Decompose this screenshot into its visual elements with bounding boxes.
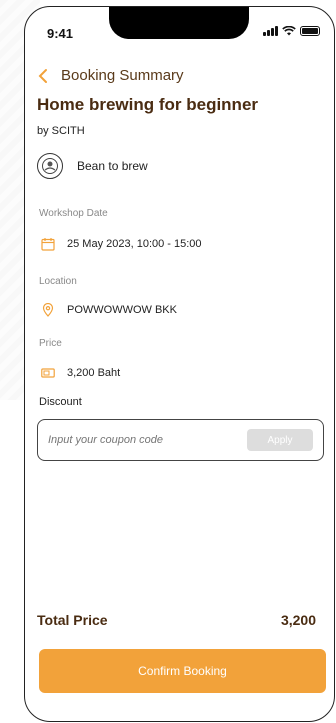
workshop-date-row: 25 May 2023, 10:00 - 15:00: [41, 237, 202, 251]
course-by: by SCITH: [37, 125, 85, 137]
course-title: Home brewing for beginner: [37, 95, 259, 114]
confirm-booking-button[interactable]: Confirm Booking: [39, 649, 326, 693]
apply-button[interactable]: Apply: [247, 429, 313, 451]
total-price-value: 3,200: [280, 612, 316, 628]
workshop-date-value: 25 May 2023, 10:00 - 15:00: [67, 238, 202, 250]
organizer-logo-icon: [37, 153, 63, 179]
price-value: 3,200 Baht: [67, 367, 121, 379]
location-pin-icon: [42, 303, 54, 317]
organizer[interactable]: Bean to brew: [37, 153, 148, 179]
location-value: POWWOWWOW BKK: [67, 304, 177, 316]
banknote-icon: [41, 368, 55, 378]
header: Booking Summary: [37, 67, 184, 84]
signal-icon: [263, 26, 278, 36]
page-title: Booking Summary: [61, 67, 184, 84]
phone-frame: 9:41 Booking Summary Home brewing for be…: [24, 6, 335, 722]
system-icons: [263, 26, 320, 36]
coupon-input[interactable]: [48, 434, 247, 446]
notch: [109, 7, 249, 39]
total-price-label: Total Price: [37, 612, 108, 628]
coupon-field: Apply: [37, 419, 324, 461]
battery-icon: [300, 26, 320, 36]
price-row: 3,200 Baht: [41, 366, 120, 380]
price-label: Price: [39, 338, 62, 349]
location-label: Location: [39, 276, 77, 287]
organizer-name: Bean to brew: [77, 159, 148, 173]
wifi-icon: [282, 26, 296, 36]
calendar-icon: [41, 238, 55, 251]
back-chevron-icon[interactable]: [37, 68, 51, 84]
status-bar: 9:41: [25, 7, 334, 47]
workshop-date-label: Workshop Date: [39, 208, 108, 219]
status-time: 9:41: [47, 26, 74, 41]
location-row: POWWOWWOW BKK: [41, 303, 177, 317]
discount-label: Discount: [39, 396, 82, 408]
